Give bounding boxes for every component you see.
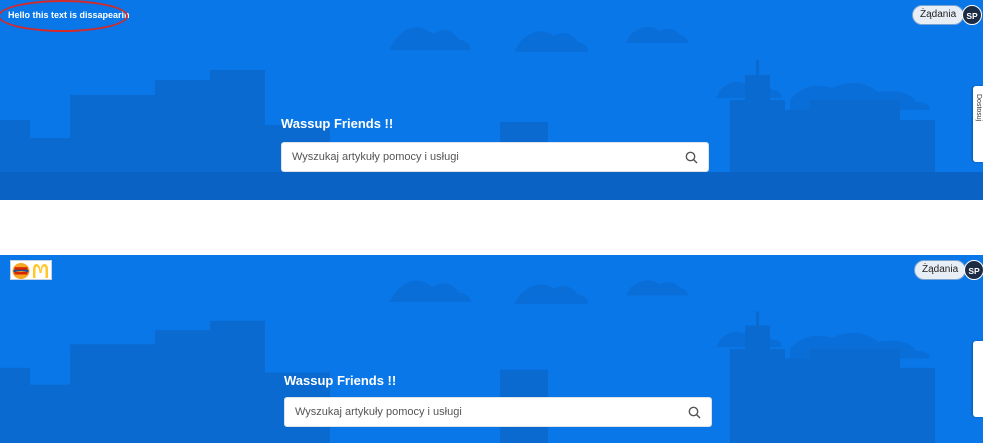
side-feedback-tab[interactable] [973,341,983,417]
bottom-banner: Żądania SP Wassup Friends !! Wyszukaj ar… [0,255,983,443]
requests-button[interactable]: Żądania [914,260,967,280]
company-logos [10,260,52,280]
red-annotation-circle [0,0,128,32]
search-input[interactable]: Wyszukaj artykuły pomocy i usługi [292,151,459,163]
search-input[interactable]: Wyszukaj artykuły pomocy i usługi [295,406,462,418]
requests-button[interactable]: Żądania [912,5,965,25]
user-avatar[interactable]: SP [962,5,982,25]
search-icon[interactable] [688,406,701,419]
page-title: Wassup Friends !! [284,373,397,388]
side-tab-label: Dostosuj [975,94,982,122]
top-banner: Hello this text is dissapearin Żądania S… [0,0,983,200]
search-bar[interactable]: Wyszukaj artykuły pomocy i usługi [281,142,709,172]
user-avatar[interactable]: SP [964,260,983,280]
mcdonalds-logo-icon [33,264,48,278]
search-bar[interactable]: Wyszukaj artykuły pomocy i usługi [284,397,712,427]
side-feedback-tab[interactable]: Dostosuj [973,86,983,162]
search-icon[interactable] [685,151,698,164]
page-title: Wassup Friends !! [281,116,394,131]
